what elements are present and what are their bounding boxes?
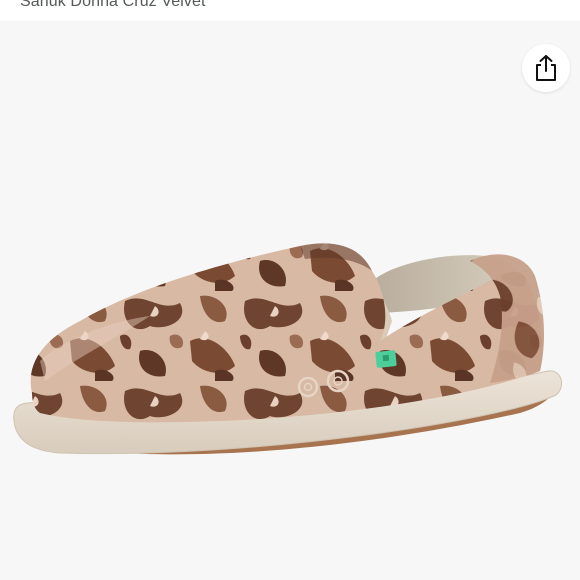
- share-icon: [536, 55, 556, 81]
- image-panel[interactable]: [0, 21, 580, 580]
- share-button[interactable]: [522, 44, 570, 92]
- product-image-viewer: Sanuk Donna Cruz Velvet: [0, 0, 580, 580]
- product-title: Sanuk Donna Cruz Velvet: [20, 0, 206, 10]
- product-shoe-image: [13, 243, 563, 455]
